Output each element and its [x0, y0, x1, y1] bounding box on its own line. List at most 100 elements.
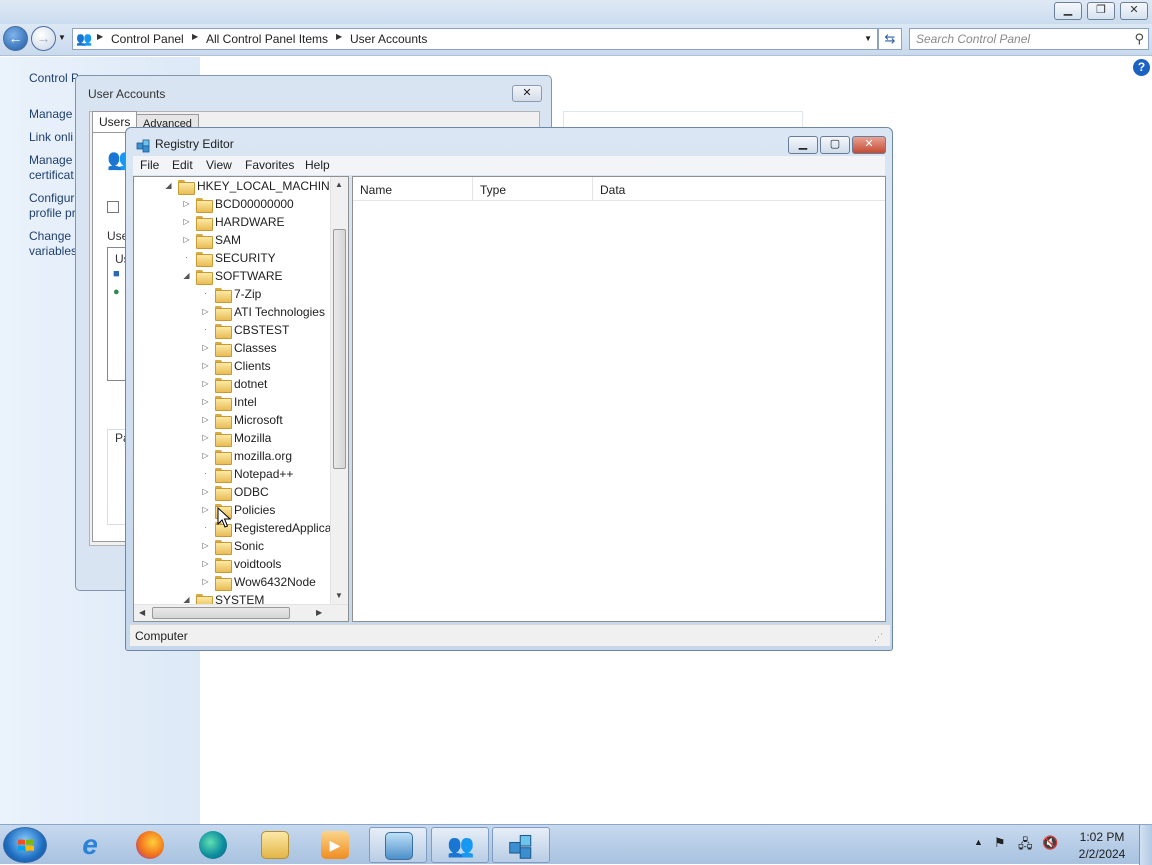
user-avatar-icon[interactable]: ■: [113, 268, 120, 280]
breadcrumb-separator[interactable]: ▶: [192, 32, 198, 41]
address-dropdown-icon[interactable]: ▼: [864, 34, 872, 43]
collapse-arrow-icon[interactable]: ◢: [182, 271, 191, 280]
address-bar[interactable]: 👥 ▶ Control Panel ▶ All Control Panel It…: [72, 28, 878, 50]
manage-accounts-link[interactable]: Manage: [29, 107, 72, 122]
expand-arrow-icon[interactable]: ▷: [201, 379, 210, 388]
tree-node-label[interactable]: BCD00000000: [215, 197, 294, 211]
expand-arrow-icon[interactable]: ▷: [201, 487, 210, 496]
column-type[interactable]: Type: [473, 177, 593, 201]
tree-node-label[interactable]: Wow6432Node: [234, 575, 316, 589]
tree-node-label[interactable]: 7-Zip: [234, 287, 261, 301]
expand-arrow-icon[interactable]: ▷: [182, 199, 191, 208]
taskbar-file-explorer[interactable]: [246, 827, 304, 863]
scroll-down-arrow[interactable]: ▼: [335, 591, 343, 600]
tree-horizontal-scrollbar[interactable]: ◀ ▶: [134, 604, 348, 621]
clock-date[interactable]: 2/2/2024: [1076, 847, 1128, 861]
clock-time[interactable]: 1:02 PM: [1076, 830, 1128, 844]
forward-button[interactable]: →: [31, 26, 56, 51]
search-box[interactable]: ⚲: [909, 28, 1149, 50]
taskbar-media-player[interactable]: ▶: [306, 827, 364, 863]
expand-arrow-icon[interactable]: ▷: [201, 343, 210, 352]
manage-certificates-link-2[interactable]: certificat: [29, 168, 74, 183]
link-online-ids-link[interactable]: Link onli: [29, 130, 73, 145]
show-desktop-button[interactable]: [1139, 825, 1152, 865]
tree-node-label[interactable]: ATI Technologies: [234, 305, 325, 319]
column-data[interactable]: Data: [593, 177, 885, 201]
expand-arrow-icon[interactable]: ▷: [201, 415, 210, 424]
network-icon[interactable]: 🖧: [1018, 835, 1033, 857]
minimize-button[interactable]: ▁: [1054, 2, 1082, 20]
tree-node-label[interactable]: voidtools: [234, 557, 281, 571]
scroll-thumb[interactable]: [333, 229, 346, 469]
configure-profile-link[interactable]: Configur: [29, 191, 74, 206]
minimize-button[interactable]: ▁: [788, 136, 818, 154]
tree-node-label[interactable]: HKEY_LOCAL_MACHINE: [197, 179, 338, 193]
expand-arrow-icon[interactable]: ▷: [201, 397, 210, 406]
menu-view[interactable]: View: [206, 158, 232, 172]
breadcrumb-separator[interactable]: ▶: [336, 32, 342, 41]
tree-node-label[interactable]: Sonic: [234, 539, 264, 553]
tree-node-label[interactable]: CBSTEST: [234, 323, 289, 337]
change-env-variables-link-2[interactable]: variables: [29, 244, 77, 259]
expand-arrow-icon[interactable]: ▷: [182, 235, 191, 244]
tree-node-label[interactable]: HARDWARE: [215, 215, 285, 229]
refresh-button[interactable]: ⇆: [878, 28, 902, 50]
recent-pages-dropdown[interactable]: ▼: [58, 33, 66, 42]
expand-arrow-icon[interactable]: ▷: [201, 577, 210, 586]
registry-tree[interactable]: ◢ HKEY_LOCAL_MACHINE ▷ BCD00000000 ▷ HARDWARE…: [133, 176, 349, 622]
manage-certificates-link[interactable]: Manage: [29, 153, 72, 168]
scroll-up-arrow[interactable]: ▲: [335, 180, 343, 189]
change-env-variables-link[interactable]: Change: [29, 229, 71, 244]
expand-arrow-icon[interactable]: ▷: [201, 433, 210, 442]
tree-node-label[interactable]: Clients: [234, 359, 271, 373]
menu-edit[interactable]: Edit: [172, 158, 193, 172]
expand-arrow-icon[interactable]: ▷: [201, 361, 210, 370]
search-input[interactable]: [914, 31, 1124, 47]
must-enter-password-checkbox[interactable]: [107, 201, 119, 213]
dialog-close-button[interactable]: ✕: [512, 85, 542, 102]
expand-arrow-icon[interactable]: ▷: [201, 451, 210, 460]
breadcrumb-user-accounts[interactable]: User Accounts: [350, 32, 427, 46]
restore-button[interactable]: ❐: [1087, 2, 1115, 20]
tree-vertical-scrollbar[interactable]: ▲ ▼: [330, 177, 348, 604]
taskbar-registry-editor[interactable]: [492, 827, 550, 863]
search-icon[interactable]: ⚲: [1134, 31, 1144, 47]
tree-node-label[interactable]: mozilla.org: [234, 449, 292, 463]
tree-node-label[interactable]: SAM: [215, 233, 241, 247]
volume-muted-icon[interactable]: 🔇: [1042, 835, 1058, 851]
registry-values-list[interactable]: Name Type Data: [352, 176, 886, 622]
tree-node-label[interactable]: Mozilla: [234, 431, 271, 445]
breadcrumb-control-panel[interactable]: Control Panel: [111, 32, 184, 46]
tree-node-label[interactable]: SOFTWARE: [215, 269, 283, 283]
tree-node-label[interactable]: Policies: [234, 503, 275, 517]
tree-node-label[interactable]: dotnet: [234, 377, 267, 391]
collapse-arrow-icon[interactable]: ◢: [182, 595, 191, 604]
back-button[interactable]: ←: [3, 26, 28, 51]
action-center-flag-icon[interactable]: ⚑: [994, 835, 1006, 851]
breadcrumb-all-items[interactable]: All Control Panel Items: [206, 32, 328, 46]
show-hidden-icons-button[interactable]: ▲: [974, 837, 983, 847]
expand-arrow-icon[interactable]: ▷: [201, 559, 210, 568]
tree-node-label[interactable]: Intel: [234, 395, 257, 409]
help-icon[interactable]: ?: [1133, 59, 1150, 76]
taskbar-edge[interactable]: [184, 827, 242, 863]
tree-node-label[interactable]: ODBC: [234, 485, 269, 499]
close-button[interactable]: ✕: [1120, 2, 1148, 20]
resize-grip-icon[interactable]: ⋰: [874, 632, 883, 643]
taskbar-user-accounts[interactable]: 👥: [431, 827, 489, 863]
breadcrumb-separator[interactable]: ▶: [97, 32, 103, 41]
tree-node-label[interactable]: RegisteredApplica: [234, 521, 331, 535]
scroll-right-arrow[interactable]: ▶: [316, 608, 322, 617]
start-button[interactable]: [3, 827, 47, 863]
expand-arrow-icon[interactable]: ▷: [201, 307, 210, 316]
expand-arrow-icon[interactable]: ▷: [201, 505, 210, 514]
scroll-left-arrow[interactable]: ◀: [139, 608, 145, 617]
expand-arrow-icon[interactable]: ▷: [182, 217, 191, 226]
control-panel-home-link[interactable]: Control P: [29, 71, 79, 86]
user-avatar-icon[interactable]: ●: [113, 286, 120, 298]
tree-node-label[interactable]: Classes: [234, 341, 277, 355]
menu-favorites[interactable]: Favorites: [245, 158, 294, 172]
expand-arrow-icon[interactable]: ▷: [201, 541, 210, 550]
collapse-arrow-icon[interactable]: ◢: [164, 181, 173, 190]
column-name[interactable]: Name: [353, 177, 473, 201]
